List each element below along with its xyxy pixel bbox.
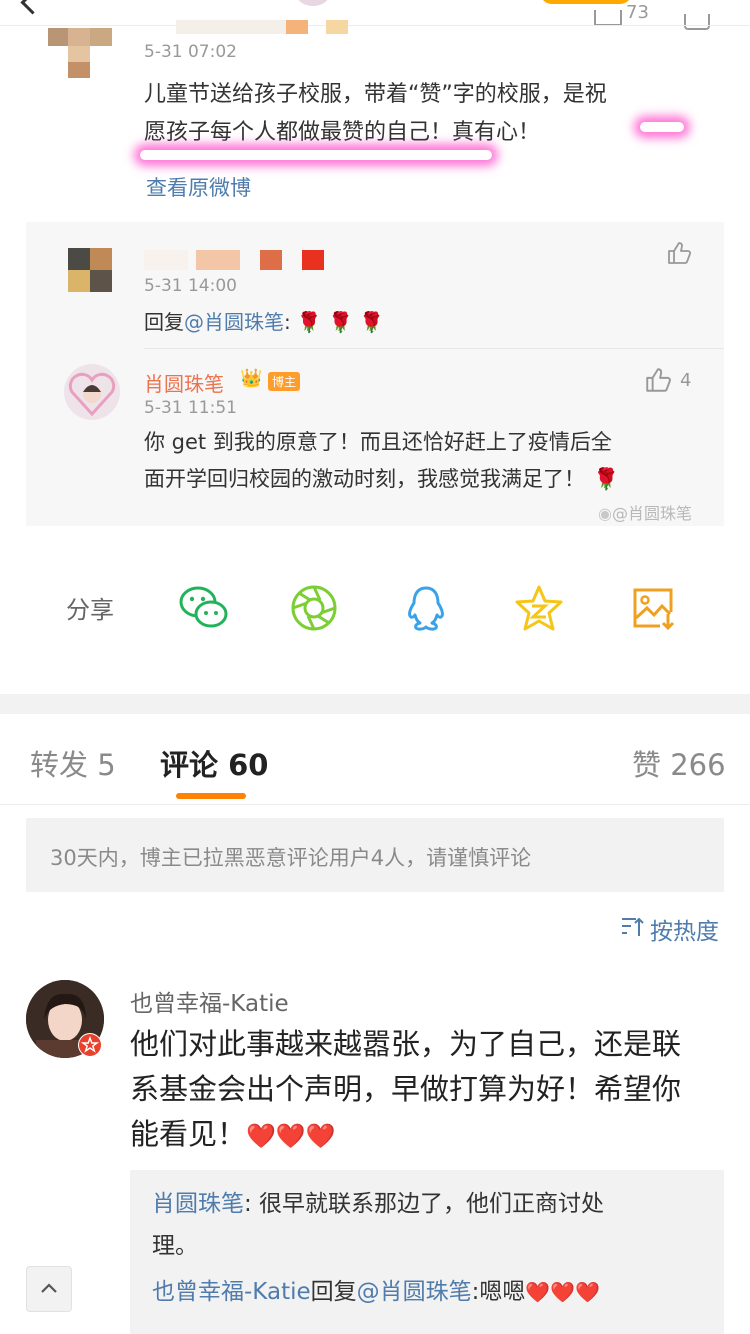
reply-prefix: 回复 — [144, 310, 184, 334]
avatar-partial — [296, 0, 330, 6]
post-text-line: 儿童节送给孩子校服，带着“赞”字的校服，是祝 — [144, 82, 607, 107]
reply-author[interactable]: 也曾幸福-Katie — [152, 1279, 311, 1305]
tab-repost[interactable]: 转发 5 — [30, 742, 116, 784]
reply-item[interactable]: 也曾幸福-Katie回复@肖圆珠笔:嗯嗯❤️❤️❤️ — [152, 1272, 712, 1312]
notice-banner: 30天内，博主已拉黑恶意评论用户4人，请谨慎评论 — [26, 818, 724, 892]
reply-item-continued: 理。 — [152, 1233, 198, 1259]
reply-text-line: 你 get 到我的原意了！而且还恰好赶上了疫情后全 — [144, 430, 612, 454]
like-icon[interactable] — [666, 240, 692, 270]
reply-text: 你 get 到我的原意了！而且还恰好赶上了疫情后全 面开学回归校园的激动时刻，我… — [144, 424, 724, 498]
avatar-pixelated — [48, 28, 112, 80]
reply-text: :嗯嗯 — [471, 1279, 526, 1305]
weibo-logo-icon: ◉ — [598, 504, 612, 523]
username-pixelated — [144, 250, 344, 272]
author-name[interactable]: 肖圆珠笔 — [144, 368, 224, 397]
comment-text-line: 系基金会出个声明，早做打算为好！希望你 — [130, 1072, 682, 1106]
heart-emoji: ❤️❤️❤️ — [525, 1280, 601, 1304]
back-icon[interactable] — [20, 0, 45, 15]
sort-icon[interactable] — [620, 916, 644, 942]
divider — [0, 25, 750, 26]
commenter-name[interactable]: 也曾幸福-Katie — [130, 984, 289, 1018]
wechat-icon[interactable] — [178, 584, 228, 632]
post-text: 儿童节送给孩子校服，带着“赞”字的校服，是祝 愿孩子每个人都做最赞的自己！真有心… — [144, 76, 724, 152]
like-icon-partial[interactable] — [594, 10, 622, 26]
save-image-icon[interactable] — [630, 584, 678, 632]
follow-button-partial[interactable] — [540, 0, 632, 4]
divider — [0, 804, 750, 805]
active-tab-indicator — [176, 793, 246, 799]
heart-emoji: ❤️❤️❤️ — [246, 1122, 336, 1150]
mention-link[interactable]: @肖圆珠笔 — [184, 310, 284, 334]
author-badge: 博主 — [268, 372, 301, 391]
watermark: ◉@肖圆珠笔 — [598, 504, 692, 523]
replies-box: 肖圆珠笔: 很早就联系那边了，他们正商讨处 理。 也曾幸福-Katie回复@肖圆… — [130, 1170, 724, 1334]
tab-comment[interactable]: 评论 60 — [160, 742, 268, 784]
reply-time: 5-31 11:51 — [144, 398, 237, 418]
like-icon[interactable] — [644, 366, 672, 398]
reply-text: : 很早就联系那边了，他们正商讨处 — [244, 1191, 605, 1217]
avatar[interactable] — [64, 364, 120, 420]
post-text-line: 愿孩子每个人都做最赞的自己！真有心！ — [144, 120, 541, 145]
like-count: 4 — [680, 370, 692, 391]
reply-text-line: 面开学回归校园的激动时刻，我感觉我满足了！ 🌹 — [144, 467, 620, 491]
avatar-pixelated — [68, 248, 112, 292]
reply-item[interactable]: 肖圆珠笔: 很早就联系那边了，他们正商讨处 — [152, 1184, 712, 1224]
reply-text: 回复@肖圆珠笔: 🌹 🌹 🌹 — [144, 306, 384, 335]
comment-icon-partial[interactable] — [684, 14, 710, 30]
notice-text: 30天内，博主已拉黑恶意评论用户4人，请谨慎评论 — [50, 846, 532, 870]
reply-author[interactable]: 肖圆珠笔 — [152, 1191, 244, 1217]
chevron-up-icon — [41, 1283, 57, 1293]
verified-badge-icon — [78, 1033, 102, 1057]
qq-icon[interactable] — [402, 584, 450, 632]
rose-emoji: 🌹 — [593, 467, 620, 491]
sort-button[interactable]: 按热度 — [650, 912, 719, 946]
qzone-icon[interactable] — [514, 584, 563, 632]
comment-text: 他们对此事越来越嚣张，为了自己，还是联 系基金会出个声明，早做打算为好！希望你 … — [130, 1022, 730, 1159]
scroll-to-top-button[interactable] — [26, 1266, 72, 1312]
moments-icon[interactable] — [290, 584, 338, 632]
reply-colon: : — [284, 310, 291, 334]
reply-action: 回复 — [310, 1279, 357, 1305]
section-divider — [0, 694, 750, 714]
tab-like[interactable]: 赞 266 — [632, 742, 726, 784]
share-label: 分享 — [66, 596, 114, 624]
divider — [144, 348, 724, 349]
reply-time: 5-31 14:00 — [144, 276, 237, 296]
post-time: 5-31 07:02 — [144, 42, 237, 62]
rose-emoji: 🌹 🌹 🌹 — [296, 310, 385, 334]
like-count-partial: 73 — [626, 4, 649, 23]
crown-icon: 👑 — [240, 368, 263, 389]
comment-text-line: 能看见！❤️❤️❤️ — [130, 1117, 336, 1151]
quoted-replies-card: 5-31 14:00 回复@肖圆珠笔: 🌹 🌹 🌹 肖圆珠笔 👑 博主 4 5-3… — [26, 222, 724, 526]
username-pixelated — [176, 20, 356, 36]
comment-text-line: 他们对此事越来越嚣张，为了自己，还是联 — [130, 1027, 682, 1061]
view-original-link[interactable]: 查看原微博 — [146, 172, 251, 202]
top-cutoff-bar: 73 — [0, 0, 750, 30]
mention-link[interactable]: @肖圆珠笔 — [357, 1279, 472, 1305]
